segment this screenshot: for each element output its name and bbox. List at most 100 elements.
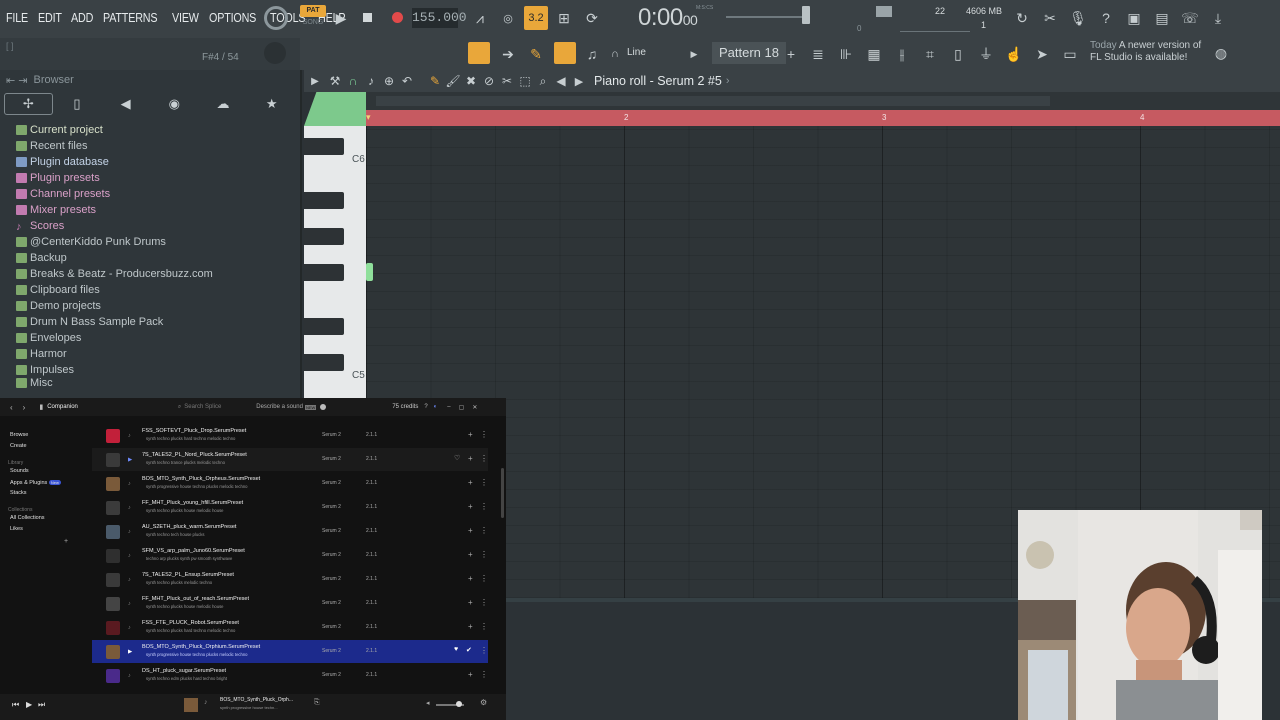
mixer-sliders-icon[interactable]: ⫲ <box>892 44 912 64</box>
master-pitch-slider[interactable] <box>726 16 810 18</box>
more-icon[interactable]: ⋮ <box>480 526 488 535</box>
more-icon[interactable]: ⋮ <box>480 502 488 511</box>
preset-row[interactable]: ♪ FSS_FTE_PLUCK_Robot.SerumPreset synth te… <box>92 616 488 639</box>
account-icon[interactable]: ◐ <box>434 404 438 410</box>
note-tool-icon[interactable]: ♪ <box>362 74 380 88</box>
black-key[interactable] <box>304 228 344 245</box>
preset-row[interactable]: ♪ FF_MHT_Pluck_young_hfill.SerumPreset syn… <box>92 496 488 519</box>
microphone-icon[interactable]: 🎙 <box>1068 8 1088 28</box>
preset-row[interactable]: ♪ AU_S2ETH_pluck_warm.SerumPreset synth te… <box>92 520 488 543</box>
stop-icon[interactable] <box>363 13 372 22</box>
search-input[interactable]: Search Splice <box>184 404 256 410</box>
browser-item-folder[interactable]: Drum N Bass Sample Pack <box>0 314 300 330</box>
previous-icon[interactable]: ⏮ <box>12 700 19 710</box>
preset-row-selected[interactable]: ▶ BOS_MTO_Synth_Pluck_Orphium.SerumPreset… <box>92 640 488 663</box>
add-icon[interactable]: + <box>468 454 473 463</box>
slice-icon[interactable]: ✂ <box>498 74 516 88</box>
browser-item-folder[interactable]: Impulses <box>0 362 300 378</box>
preset-play-icon[interactable]: ♪ <box>128 433 131 439</box>
song-time[interactable]: 0:0000 <box>638 4 698 32</box>
play-icon[interactable]: ▶ <box>332 9 350 27</box>
preset-play-icon[interactable]: ♪ <box>128 481 131 487</box>
more-icon[interactable]: ⋮ <box>480 574 488 583</box>
added-icon[interactable]: ✔ <box>466 646 472 654</box>
undo-icon[interactable]: ↶ <box>398 74 416 88</box>
preset-row[interactable]: ♪ 7S_TALES2_PL_Ensup.SerumPreset synth tec… <box>92 568 488 591</box>
metronome-icon[interactable]: ⩘ <box>470 8 490 28</box>
like-icon[interactable]: ♥ <box>454 646 458 653</box>
plugin-icon[interactable]: ⏚ <box>976 44 996 64</box>
mute-icon[interactable]: ⊘ <box>480 74 498 88</box>
preset-play-icon[interactable]: ♪ <box>128 673 131 679</box>
note-block[interactable] <box>366 263 373 281</box>
black-key[interactable] <box>304 264 344 281</box>
menu-file[interactable]: FILE <box>6 11 28 25</box>
favorites-tab-icon[interactable]: ★ <box>247 93 296 115</box>
add-icon[interactable]: + <box>468 574 473 583</box>
preset-row[interactable]: ▶ 7S_TALES2_PL_Nord_Pluck.SerumPreset synt… <box>92 448 488 471</box>
save-icon[interactable]: ▣ <box>1124 8 1144 28</box>
forward-icon[interactable]: › <box>23 403 26 412</box>
globe-icon[interactable]: ◍ <box>1212 44 1230 62</box>
plugin-tab-icon[interactable]: ◉ <box>150 93 199 115</box>
tempo-display[interactable]: 155.000 <box>412 8 467 28</box>
typing-keyboard-icon[interactable]: ♫ <box>582 44 602 64</box>
browser-tree-icon[interactable]: ⌗ <box>920 44 940 64</box>
add-icon[interactable]: + <box>468 430 473 439</box>
black-key[interactable] <box>304 192 344 209</box>
magnet-snap-icon[interactable]: ∩ <box>344 74 362 88</box>
rows-scrollbar[interactable] <box>501 468 504 518</box>
browser-item-channel-presets[interactable]: Channel presets <box>0 186 300 202</box>
render-icon[interactable]: ▤ <box>1152 8 1172 28</box>
cloud-tab-icon[interactable]: ☁ <box>199 93 248 115</box>
add-icon[interactable]: + <box>468 670 473 679</box>
menu-patterns[interactable]: PATTERNS <box>103 11 158 25</box>
add-icon[interactable]: + <box>468 550 473 559</box>
preset-play-icon[interactable]: ♪ <box>128 577 131 583</box>
browser-item-folder[interactable]: Backup <box>0 250 300 266</box>
help-circle-icon[interactable]: ? <box>424 404 427 410</box>
wait-for-input-icon[interactable]: ◎ <box>498 8 518 28</box>
pencil-icon[interactable]: ✎ <box>426 74 444 88</box>
preset-row[interactable]: ♪ SFM_VS_arp_palm_Juno60.SerumPreset techn… <box>92 544 488 567</box>
add-icon[interactable]: + <box>468 598 473 607</box>
touch-controller-icon[interactable]: ☝ <box>1004 44 1024 64</box>
update-news[interactable]: Today A newer version of FL Studio is av… <box>1090 40 1210 64</box>
menu-options[interactable]: OPTIONS <box>209 11 256 25</box>
add-pattern-icon[interactable]: + <box>784 44 798 64</box>
browser-item-recent-files[interactable]: Recent files <box>0 138 300 154</box>
preset-play-icon[interactable]: ▶ <box>128 457 132 463</box>
more-icon[interactable]: ⋮ <box>480 550 488 559</box>
browser-item-folder[interactable]: Breaks & Beatz - Producersbuzz.com <box>0 266 300 282</box>
more-icon[interactable]: ⋮ <box>480 598 488 607</box>
player-play-icon[interactable]: ▶ <box>26 700 32 709</box>
file-icon[interactable]: ▯ <box>948 44 968 64</box>
pat-song-toggle[interactable]: PAT SONG <box>300 5 326 31</box>
settings-icon[interactable]: ⚙ <box>480 698 487 707</box>
browser-item-current-project[interactable]: Current project <box>0 122 300 138</box>
volume-icon[interactable]: ◂ <box>426 699 430 707</box>
snap-link-icon[interactable] <box>554 42 576 64</box>
delete-icon[interactable]: ✖ <box>462 74 480 88</box>
snap-select[interactable]: Line <box>627 47 646 58</box>
more-icon[interactable]: ⋮ <box>480 478 488 487</box>
browser-item-folder[interactable]: Misc <box>0 378 300 388</box>
more-icon[interactable]: ⋮ <box>480 454 488 463</box>
all-tab-icon[interactable]: ✢ <box>4 93 53 115</box>
next-icon[interactable]: ⏭ <box>38 700 45 710</box>
more-icon[interactable]: ⋮ <box>480 622 488 631</box>
browser-item-scores[interactable]: ♪ Scores <box>0 218 300 234</box>
playback-icon[interactable]: ◀ <box>552 74 570 88</box>
browser-item-folder[interactable]: Clipboard files <box>0 282 300 298</box>
browser-item-folder[interactable]: @CenterKiddo Punk Drums <box>0 234 300 250</box>
browser-item-folder[interactable]: Harmor <box>0 346 300 362</box>
wrench-icon[interactable]: ⚒ <box>326 74 344 88</box>
playlist-icon[interactable]: ≣ <box>808 44 828 64</box>
arrow-icon[interactable]: ➔ <box>498 44 518 64</box>
download-icon[interactable]: ⤓ <box>1208 8 1228 28</box>
piano-keyboard[interactable]: C6 C5 <box>304 126 366 398</box>
black-key[interactable] <box>304 138 344 155</box>
browser-item-folder[interactable]: Envelopes <box>0 330 300 346</box>
chat-icon[interactable]: ☏ <box>1180 8 1200 28</box>
preset-play-icon[interactable]: ♪ <box>128 553 131 559</box>
